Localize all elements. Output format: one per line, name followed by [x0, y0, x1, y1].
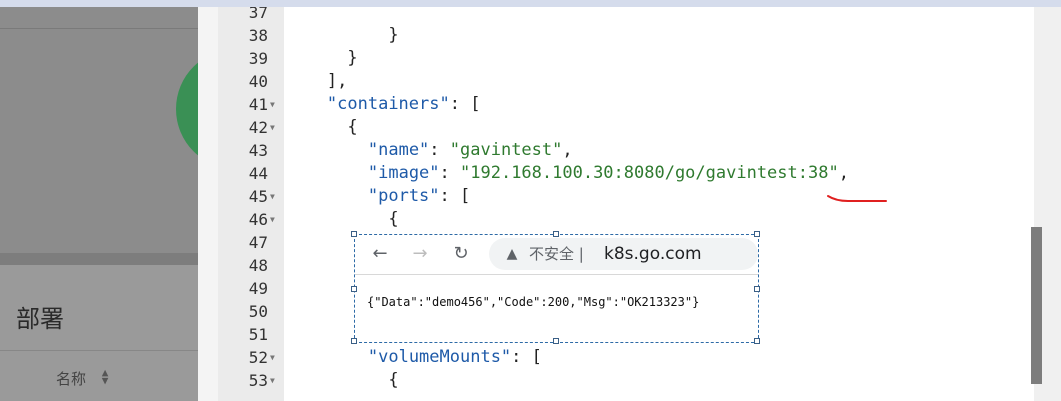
red-underline-annotation — [827, 195, 887, 202]
line-number: 50 — [248, 302, 268, 321]
code-line[interactable]: ], — [327, 70, 347, 93]
fold-arrow-icon[interactable]: ▼ — [270, 369, 280, 392]
arrow-right-icon[interactable]: → — [409, 243, 431, 265]
table-header-divider — [0, 350, 198, 351]
code-line[interactable]: { — [388, 208, 398, 231]
line-number: 49 — [248, 279, 268, 298]
json-key: "containers" — [326, 94, 450, 114]
json-string: "192.168.100.30:8080/go/gavintest:38" — [460, 163, 839, 183]
line-number: 38 — [248, 26, 268, 45]
line-number: 41 — [248, 95, 268, 114]
line-number: 40 — [248, 72, 268, 91]
json-punctuation: { — [347, 117, 358, 137]
json-punctuation: : [ — [439, 186, 471, 206]
line-number: 53 — [248, 371, 268, 390]
fold-arrow-icon[interactable]: ▼ — [270, 346, 280, 369]
warning-icon[interactable]: ▲ — [503, 245, 521, 263]
sort-icon[interactable]: ▲ ▼ — [100, 367, 110, 386]
json-punctuation: : [ — [511, 347, 542, 367]
resize-handle[interactable] — [754, 338, 760, 344]
json-key: "image" — [367, 163, 440, 183]
json-punctuation: : — [429, 140, 450, 160]
security-label[interactable]: 不安全 | — [529, 245, 584, 263]
background-page: 部署 名称 ▲ ▼ — [0, 7, 198, 401]
json-punctuation: : [ — [449, 94, 481, 114]
section-title: 部署 — [16, 305, 64, 333]
line-number: 44 — [248, 164, 268, 183]
response-body: {"Data":"demo456","Code":200,"Msg":"OK21… — [367, 295, 700, 309]
json-key: "volumeMounts" — [367, 347, 512, 367]
editor-left-margin — [198, 7, 218, 401]
status-chart-circle — [176, 49, 198, 169]
code-line[interactable]: "image": "192.168.100.30:8080/go/gavinte… — [368, 162, 849, 185]
window-top-strip — [0, 0, 1061, 7]
json-string: "gavintest" — [449, 140, 563, 160]
fold-arrow-icon[interactable]: ▼ — [270, 185, 280, 208]
json-punctuation: { — [388, 209, 399, 229]
browser-screenshot-snippet[interactable]: ← → ↻ ▲ 不安全 | k8s.go.com {"Data":"demo45… — [351, 231, 760, 344]
address-bar[interactable]: ▲ 不安全 | k8s.go.com — [489, 238, 758, 270]
code-line[interactable]: { — [388, 369, 398, 392]
line-number: 46 — [248, 210, 268, 229]
code-line[interactable]: } — [388, 24, 398, 47]
resize-handle[interactable] — [351, 286, 357, 292]
background-divider — [0, 28, 198, 29]
column-header-name[interactable]: 名称 — [56, 368, 86, 389]
code-line[interactable]: "volumeMounts": [ — [368, 346, 542, 369]
line-number: 43 — [248, 141, 268, 160]
json-punctuation: ], — [326, 71, 348, 91]
fold-arrow-icon[interactable]: ▼ — [270, 208, 280, 231]
line-number: 42 — [248, 118, 268, 137]
background-band — [0, 253, 198, 265]
resize-handle[interactable] — [754, 231, 760, 237]
line-number: 45 — [248, 187, 268, 206]
resize-handle[interactable] — [351, 231, 357, 237]
resize-handle[interactable] — [553, 338, 559, 344]
line-number: 39 — [248, 49, 268, 68]
line-number: 37 — [248, 7, 268, 22]
code-line[interactable]: } — [347, 47, 357, 70]
json-key: "ports" — [367, 186, 440, 206]
line-number: 52 — [248, 348, 268, 367]
json-punctuation: , — [562, 140, 573, 160]
scrollbar-thumb[interactable] — [1031, 227, 1042, 384]
json-punctuation: } — [347, 48, 358, 68]
code-line[interactable]: "ports": [ — [368, 185, 470, 208]
line-number: 48 — [248, 256, 268, 275]
json-punctuation: , — [838, 163, 849, 183]
browser-toolbar: ← → ↻ ▲ 不安全 | k8s.go.com — [355, 235, 758, 275]
resize-handle[interactable] — [754, 286, 760, 292]
line-number-gutter: 37 38 39 40 41 ▼ 42 ▼ 43 44 45 ▼ 46 ▼ 47 48 49 50 51 52 ▼ 53 ▼ — [218, 7, 284, 401]
fold-arrow-icon[interactable]: ▼ — [270, 116, 280, 139]
code-line[interactable]: "containers": [ — [327, 93, 481, 116]
url-text[interactable]: k8s.go.com — [604, 244, 702, 264]
json-punctuation: } — [388, 25, 399, 45]
code-line[interactable]: "name": "gavintest", — [368, 139, 573, 162]
json-key: "name" — [367, 140, 430, 160]
arrow-left-icon[interactable]: ← — [369, 243, 391, 265]
code-line[interactable]: { — [347, 116, 357, 139]
resize-handle[interactable] — [553, 231, 559, 237]
json-punctuation: { — [388, 370, 399, 390]
line-number: 47 — [248, 233, 268, 252]
json-punctuation: : — [439, 163, 461, 183]
resize-handle[interactable] — [351, 338, 357, 344]
reload-icon[interactable]: ↻ — [450, 243, 472, 265]
fold-arrow-icon[interactable]: ▼ — [270, 93, 280, 116]
line-number: 51 — [248, 325, 268, 344]
